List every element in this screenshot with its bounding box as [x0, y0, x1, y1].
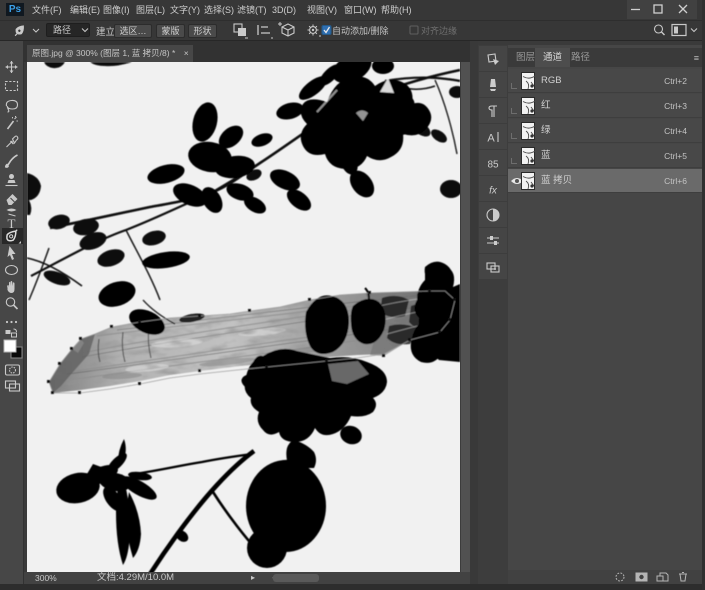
svg-text:85: 85 — [487, 160, 499, 171]
svg-text:fx: fx — [489, 186, 498, 197]
svg-text:A: A — [487, 133, 495, 145]
